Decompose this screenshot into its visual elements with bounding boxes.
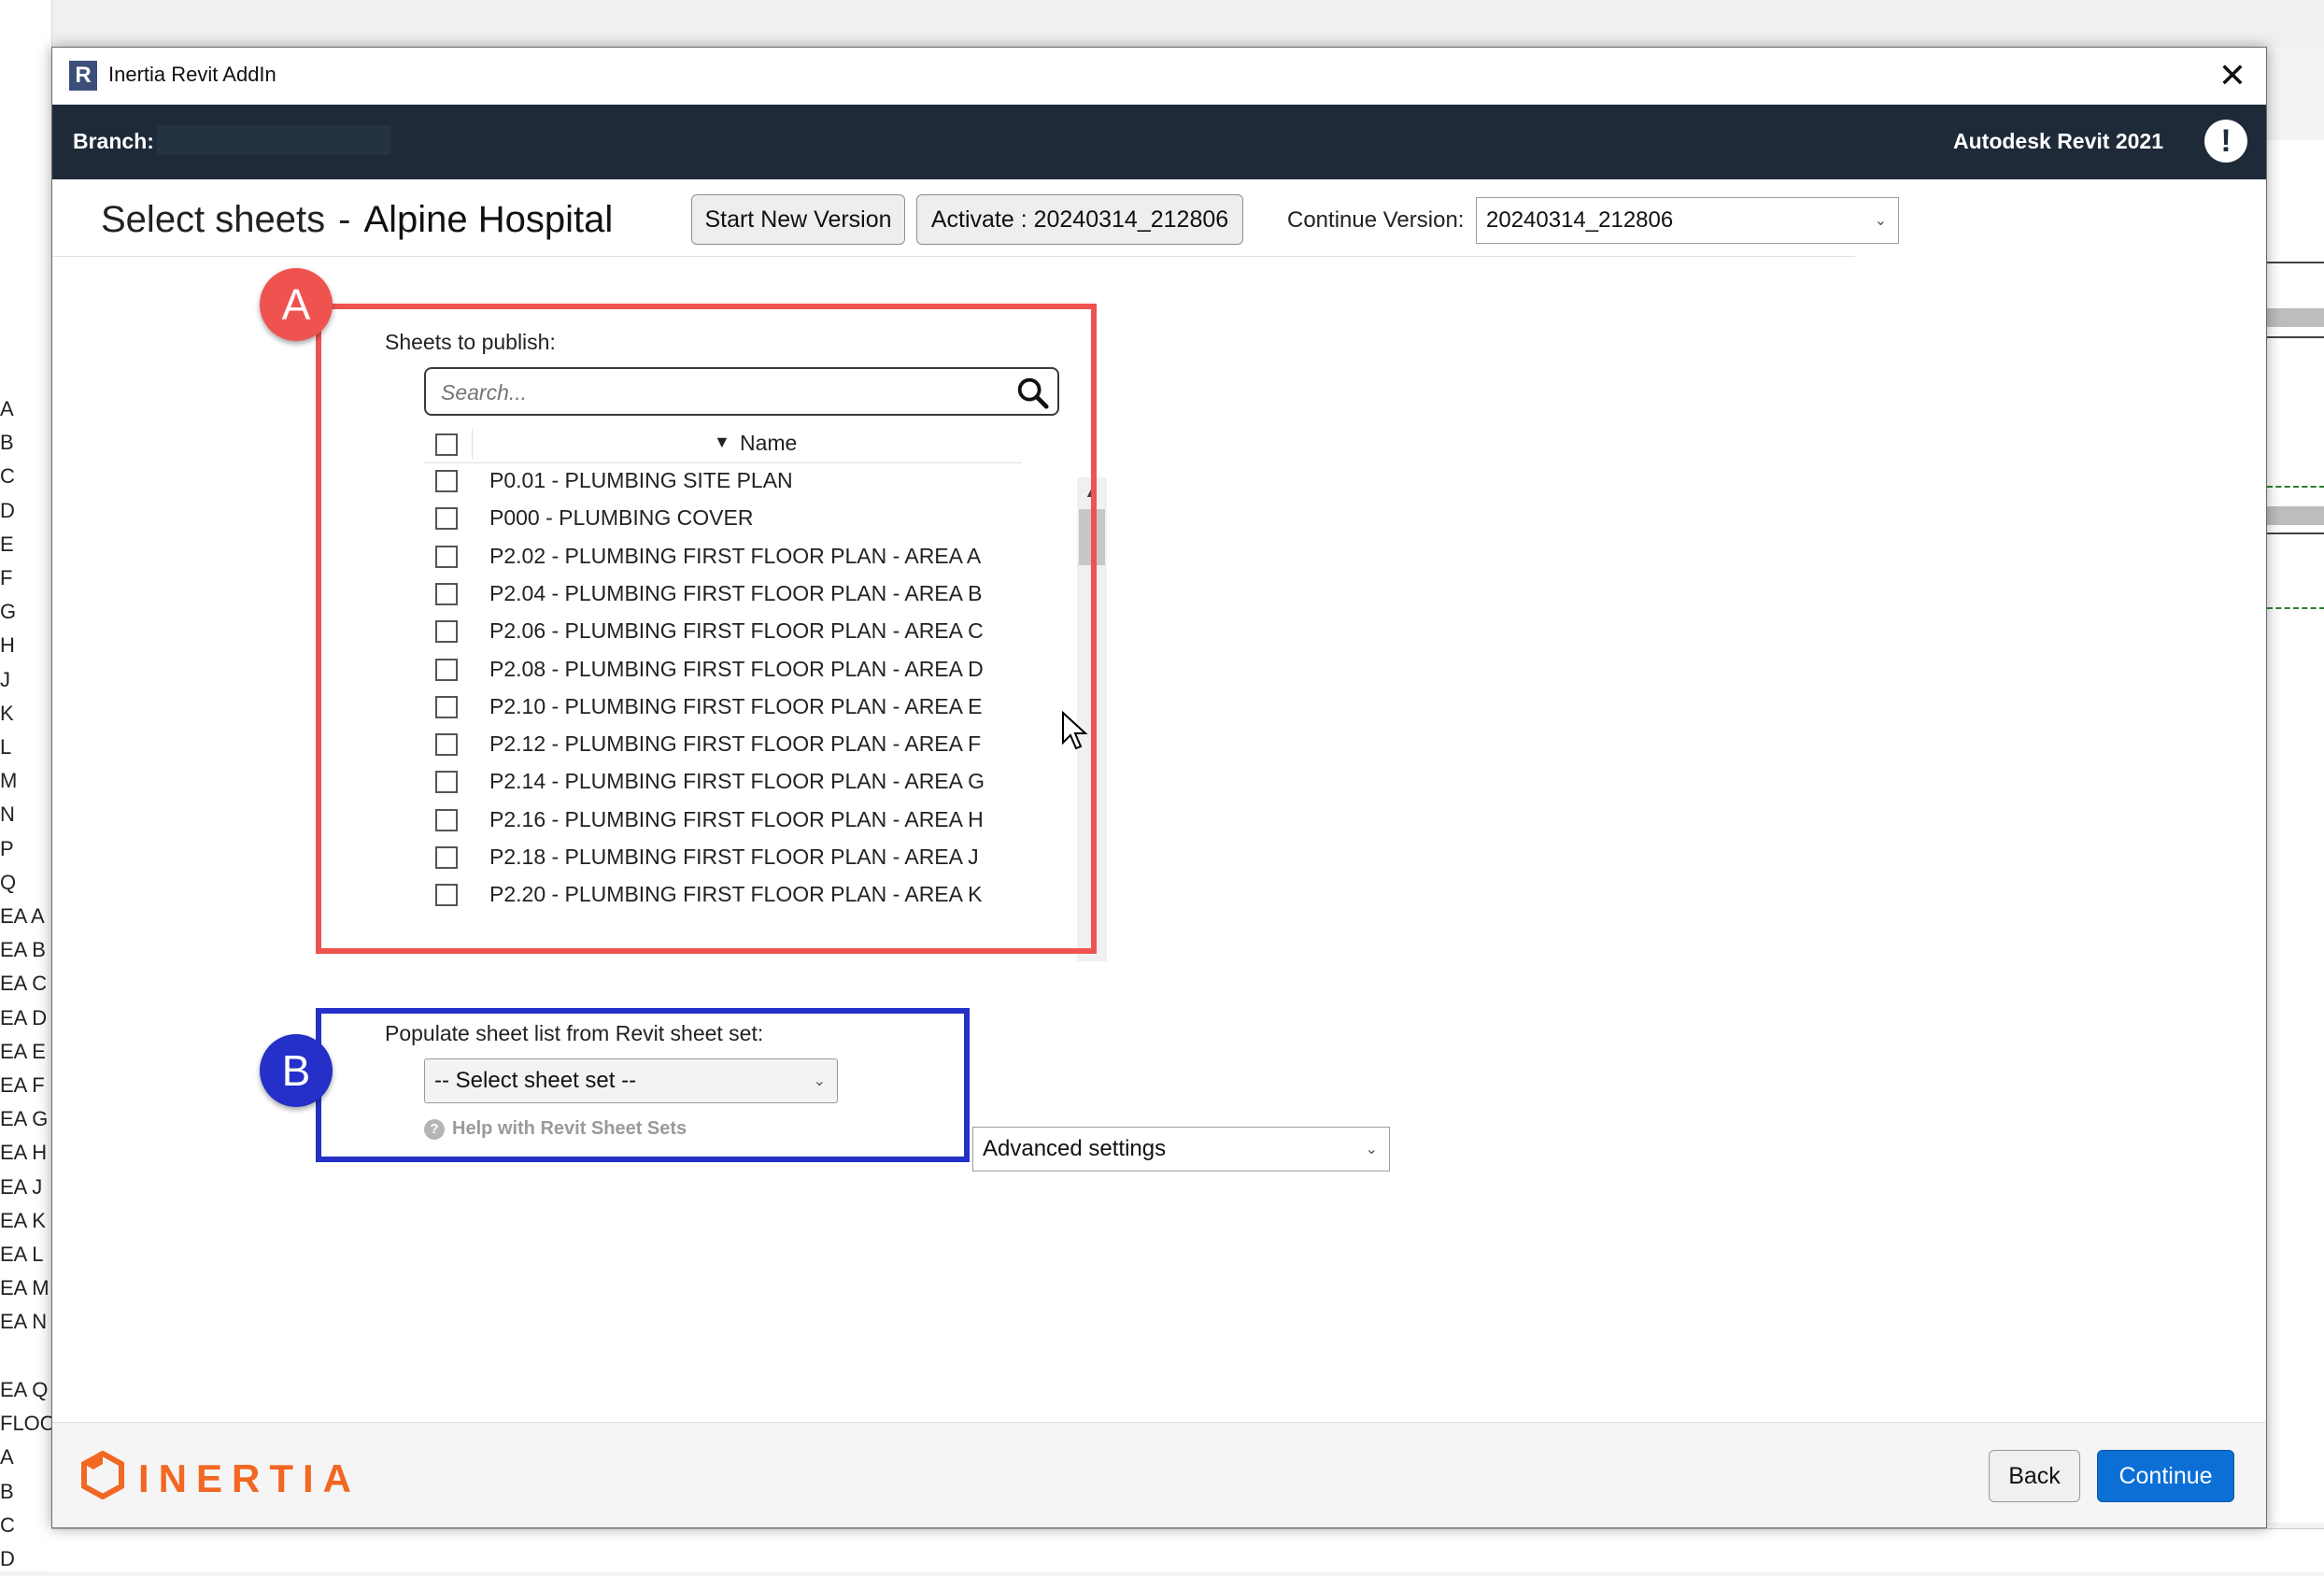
title-separator: - [338,199,351,240]
background-sheet-label: EA H [0,1141,48,1165]
background-sheet-label: EA J [0,1174,43,1199]
background-sheet-label: EA E [0,1039,46,1063]
annotation-badge-b: B [260,1034,333,1107]
branch-value-redacted [157,125,390,155]
background-sheet-label: M [0,769,18,793]
revit-canvas-bottom [51,1528,2324,1572]
title-bar: R Inertia Revit AddIn ✕ [52,48,2266,105]
revit-drawing-background [2266,140,2324,1523]
continue-version-value: 20240314_212806 [1486,207,1674,233]
inertia-logo-text: INERTIA [138,1456,361,1500]
continue-version-select[interactable]: 20240314_212806 ⌄ [1476,197,1899,244]
background-sheet-label: EA C [0,972,48,996]
project-name: Alpine Hospital [363,199,614,240]
page-title: Select sheets - Alpine Hospital [101,199,613,241]
background-sheet-label: A [0,1445,14,1470]
background-sheet-label: G [0,600,17,624]
product-name: Autodesk Revit 2021 [1953,129,2163,153]
background-sheet-labels: A B C D E F G H J K L M N P Q EA A EA B EA C EA D EA E EA FE… [0,392,51,1576]
revit-app-icon: R [69,61,97,91]
background-sheet-label: B [0,431,14,455]
background-sheet-label: EA L [0,1242,44,1267]
background-sheet-label: A [0,397,14,420]
background-sheet-label: L [0,735,12,760]
continue-button[interactable]: Continue [2097,1450,2234,1502]
background-sheet-label: E [0,532,14,556]
revit-toolbar-background [0,0,2324,47]
background-sheet-label: EA F [0,1073,45,1098]
background-sheet-label: C [0,1512,15,1537]
advanced-settings-label: Advanced settings [983,1136,1167,1161]
addin-dialog: R Inertia Revit AddIn ✕ Branch: Autodesk… [51,47,2267,1528]
advanced-settings-select[interactable]: Advanced settings ⌄ [972,1127,1390,1171]
background-sheet-label: H [0,633,15,658]
chevron-down-icon: ⌄ [1365,1142,1378,1157]
background-sheet-label: EA A [0,904,45,929]
background-sheet-label: J [0,667,10,691]
revit-sheet-list-background: A B C D E F G H J K L M N P Q EA A EA B EA C EA D EA E EA FE… [0,0,52,1571]
background-sheet-label: B [0,1479,14,1503]
background-sheet-label: EA D [0,1005,48,1029]
activate-version-button[interactable]: Activate : 20240314_212806 [916,194,1243,245]
title-divider [52,256,1855,257]
close-icon[interactable]: ✕ [2212,55,2253,96]
background-sheet-label: FLOO [0,1412,51,1436]
annotation-box-a [316,304,1097,954]
background-sheet-label: N [0,802,15,827]
inertia-logo-icon [81,1451,124,1499]
background-sheet-label: EA G [0,1107,49,1131]
background-sheet-label: EA K [0,1208,46,1232]
background-sheet-label: C [0,464,15,489]
background-sheet-label: EA Q [0,1377,49,1401]
footer: INERTIA [52,1423,2266,1527]
page-title-text: Select sheets [101,199,326,240]
start-new-version-button[interactable]: Start New Version [691,194,905,245]
alert-icon[interactable]: ! [2204,120,2247,163]
background-sheet-label: D [0,498,15,522]
background-sheet-label: Q [0,870,17,894]
header-bar: Branch: Autodesk Revit 2021 ! [52,105,2266,179]
window-title: Inertia Revit AddIn [108,63,276,86]
back-button[interactable]: Back [1989,1450,2080,1502]
annotation-box-b [316,1008,970,1162]
background-sheet-label: K [0,701,14,725]
annotation-badge-a: A [260,268,333,341]
background-sheet-label [0,1340,51,1373]
background-sheet-label: EA B [0,938,46,962]
branch-label: Branch: [73,129,154,153]
background-sheet-label: P [0,836,14,860]
continue-version-label: Continue Version: [1287,207,1465,233]
background-sheet-label: EA N [0,1310,48,1334]
chevron-down-icon: ⌄ [1874,213,1887,229]
background-sheet-label: EA M [0,1276,50,1300]
background-sheet-label: F [0,566,13,590]
